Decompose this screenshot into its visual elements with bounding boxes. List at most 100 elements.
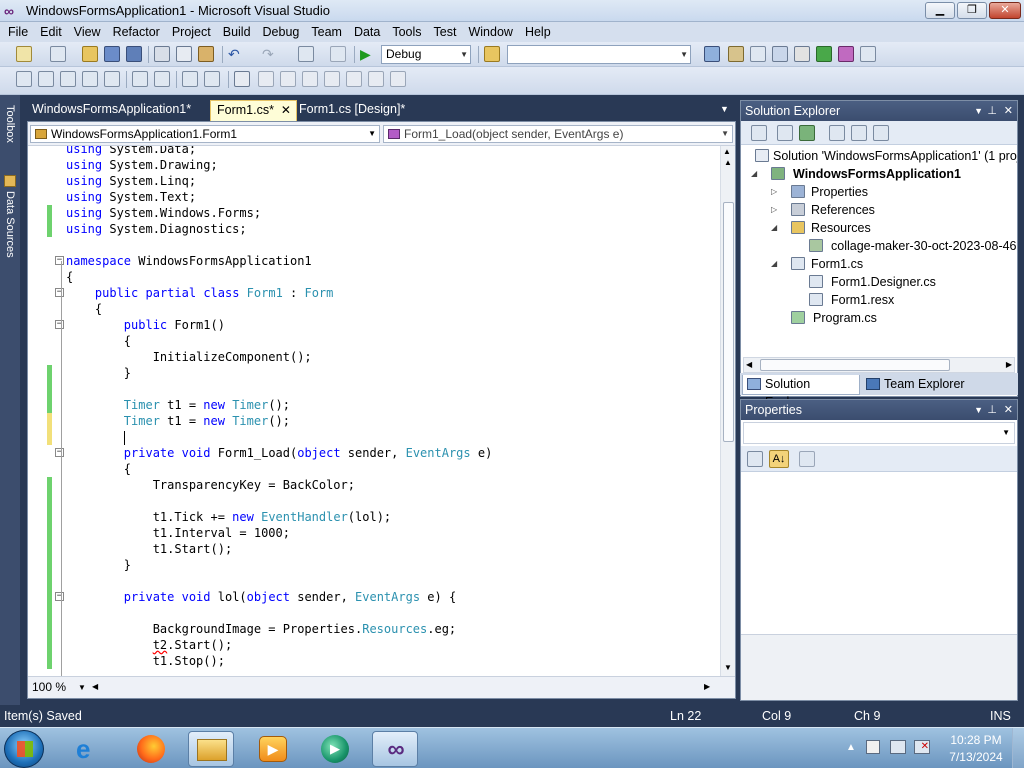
tab-solution-explorer[interactable]: Solution Explorer (742, 375, 860, 409)
code-editor[interactable]: WindowsFormsApplication1.Form1 ▼ Form1_Lo… (27, 121, 736, 699)
solution-explorer-icon[interactable] (704, 46, 720, 62)
code-area[interactable]: using System.Data; using System.Drawing;… (28, 146, 720, 676)
close-button[interactable]: ✕ (989, 2, 1021, 19)
minimize-button[interactable]: ▁ (925, 2, 955, 19)
tree-item-form1-cs[interactable]: ◢ Form1.cs (771, 255, 863, 273)
tree-item-form1-designer-cs[interactable]: Form1.Designer.cs (809, 273, 936, 291)
horizontal-scrollbar[interactable]: ◀ ▶ (743, 357, 1015, 373)
increase-indent-icon[interactable] (154, 71, 170, 87)
find-in-files-icon[interactable] (484, 46, 500, 62)
properties-icon[interactable] (751, 125, 767, 141)
word-wrap-icon[interactable] (104, 71, 120, 87)
previous-bookmark-icon[interactable] (258, 71, 274, 87)
redo-icon[interactable]: ↷ (262, 46, 278, 62)
clock-time[interactable]: 10:28 PM (944, 732, 1008, 748)
collapse-icon[interactable]: − (55, 448, 64, 457)
next-bookmark-icon[interactable] (280, 71, 296, 87)
toggle-bookmark-icon[interactable] (234, 71, 250, 87)
menu-data[interactable]: Data (348, 22, 386, 42)
taskbar-visual-studio[interactable]: ∞ (372, 731, 418, 767)
next-bookmark-folder-icon[interactable] (324, 71, 340, 87)
taskbar-media-player[interactable]: ▶ (250, 731, 296, 767)
close-tab-icon[interactable]: ✕ (281, 101, 291, 120)
start-button[interactable] (4, 730, 44, 768)
find-combo[interactable]: ▼ (507, 45, 691, 64)
network-icon[interactable] (890, 740, 906, 754)
window-position-icon[interactable]: ▼ (974, 400, 983, 420)
tab-form1-cs[interactable]: Form1.cs* ✕ (210, 100, 297, 121)
object-browser-icon[interactable] (750, 46, 766, 62)
complete-word-icon[interactable] (82, 71, 98, 87)
menu-file[interactable]: File (2, 22, 34, 42)
next-bookmark-document-icon[interactable] (368, 71, 384, 87)
menu-debug[interactable]: Debug (257, 22, 306, 42)
cut-icon[interactable] (154, 46, 170, 62)
split-handle-icon[interactable]: ▲ (723, 147, 731, 156)
start-debugging-icon[interactable]: ▶ (360, 46, 376, 62)
start-page-icon[interactable] (838, 46, 854, 62)
members-combo[interactable]: Form1_Load(object sender, EventArgs e) ▼ (383, 125, 733, 143)
scroll-thumb[interactable] (723, 202, 734, 442)
tab-team-explorer[interactable]: Team Explorer (862, 375, 972, 395)
scroll-left-icon[interactable]: ◀ (92, 682, 98, 691)
save-all-icon[interactable] (126, 46, 142, 62)
menu-team[interactable]: Team (305, 22, 348, 42)
tree-item-resource-image[interactable]: collage-maker-30-oct-2023-08-46-pm (809, 237, 1017, 255)
scroll-thumb[interactable] (760, 359, 950, 371)
clear-bookmarks-icon[interactable] (390, 71, 406, 87)
vertical-scrollbar[interactable]: ▲ ▲ ▼ (720, 146, 735, 676)
decrease-indent-icon[interactable] (132, 71, 148, 87)
volume-muted-icon[interactable]: ✕ (914, 740, 930, 754)
tab-form1-designer[interactable]: Form1.cs [Design]* (293, 100, 411, 121)
tools-icon[interactable] (794, 46, 810, 62)
show-hidden-icons-icon[interactable]: ▲ (846, 742, 856, 753)
display-object-member-list-icon[interactable] (16, 71, 32, 87)
show-all-files-icon[interactable] (777, 125, 793, 141)
solution-configuration-select[interactable]: Debug ▼ (381, 45, 471, 64)
quick-info-icon[interactable] (60, 71, 76, 87)
view-class-diagram-icon[interactable] (873, 125, 889, 141)
navigate-forward-icon[interactable] (330, 46, 346, 62)
taskbar-media-center[interactable]: ▶ (312, 731, 358, 767)
paste-icon[interactable] (198, 46, 214, 62)
scroll-down-icon[interactable]: ▼ (724, 663, 732, 672)
comment-out-icon[interactable] (182, 71, 198, 87)
zoom-level[interactable]: 100 % (32, 680, 66, 694)
menu-project[interactable]: Project (166, 22, 217, 42)
active-files-dropdown-icon[interactable]: ▼ (720, 104, 729, 114)
menu-build[interactable]: Build (217, 22, 257, 42)
collapse-icon[interactable]: − (55, 288, 64, 297)
tab-windowsformsapplication1[interactable]: WindowsFormsApplication1* (26, 100, 197, 121)
collapse-icon[interactable]: − (55, 256, 64, 265)
tree-item-resources[interactable]: ◢ Resources (771, 219, 871, 237)
command-window-icon[interactable] (860, 46, 876, 62)
pin-icon[interactable]: ⊥ (987, 101, 997, 121)
toolbox-icon[interactable] (772, 46, 788, 62)
menu-tools[interactable]: Tools (386, 22, 427, 42)
zoom-dropdown-icon[interactable]: ▼ (78, 683, 86, 692)
menu-test[interactable]: Test (428, 22, 463, 42)
copy-icon[interactable] (176, 46, 192, 62)
open-folder-icon[interactable] (82, 46, 98, 62)
window-position-icon[interactable]: ▼ (974, 101, 983, 121)
object-select[interactable]: ▼ (743, 422, 1015, 444)
collapse-icon[interactable]: − (55, 320, 64, 329)
close-panel-icon[interactable]: ✕ (1004, 101, 1013, 121)
tree-item-project[interactable]: ◢ WindowsFormsApplication1 (751, 165, 961, 183)
close-panel-icon[interactable]: ✕ (1004, 400, 1013, 420)
taskbar-file-explorer[interactable] (188, 731, 234, 767)
previous-bookmark-document-icon[interactable] (346, 71, 362, 87)
menu-window[interactable]: Window (462, 22, 518, 42)
extension-manager-icon[interactable] (816, 46, 832, 62)
action-center-flag-icon[interactable] (866, 740, 880, 754)
view-code-icon[interactable] (829, 125, 845, 141)
show-desktop-button[interactable] (1012, 728, 1024, 768)
data-sources-tab[interactable]: Data Sources (2, 191, 18, 281)
taskbar-internet-explorer[interactable]: e (66, 731, 112, 767)
scroll-up-icon[interactable]: ▲ (724, 158, 732, 167)
navigate-backward-icon[interactable] (298, 46, 314, 62)
tree-item-program-cs[interactable]: Program.cs (791, 309, 877, 327)
collapse-icon[interactable]: − (55, 592, 64, 601)
new-project-icon[interactable] (16, 46, 32, 62)
tree-item-form1-resx[interactable]: Form1.resx (809, 291, 894, 309)
